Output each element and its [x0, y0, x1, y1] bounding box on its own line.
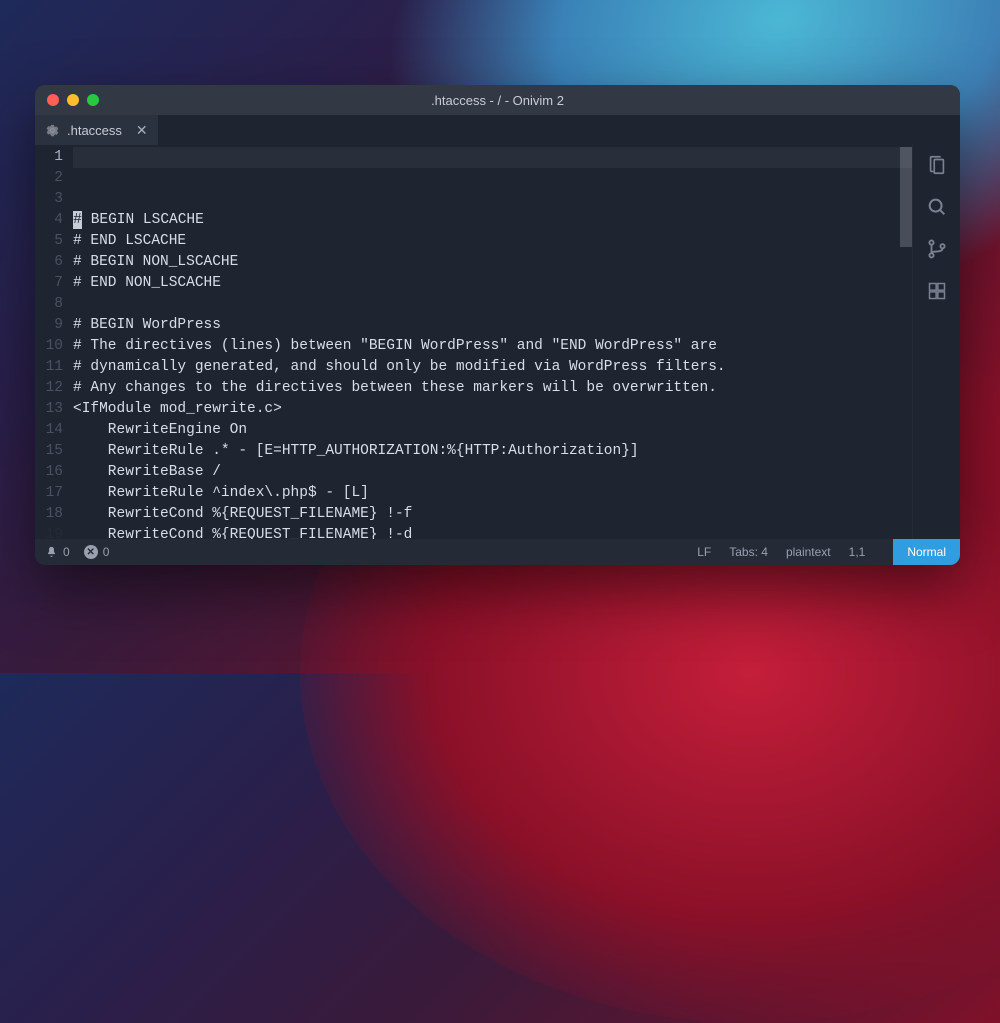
error-icon: ✕	[84, 545, 98, 559]
code-line[interactable]: RewriteCond %{REQUEST_FILENAME} !-d	[73, 525, 912, 539]
filetype-status[interactable]: plaintext	[786, 545, 831, 559]
extensions-icon[interactable]	[925, 279, 949, 303]
code-line[interactable]: # BEGIN LSCACHE	[73, 210, 912, 231]
notifications-status[interactable]: 0	[45, 545, 70, 559]
code-line[interactable]: RewriteBase /	[73, 462, 912, 483]
code-line[interactable]: # END LSCACHE	[73, 231, 912, 252]
status-bar: 0 ✕ 0 LF Tabs: 4 plaintext 1,1 Normal	[35, 539, 960, 565]
bell-icon	[45, 546, 58, 559]
window-title: .htaccess - / - Onivim 2	[35, 93, 960, 108]
errors-status[interactable]: ✕ 0	[84, 545, 110, 559]
minimize-window-button[interactable]	[67, 94, 79, 106]
code-line[interactable]: RewriteRule .* - [E=HTTP_AUTHORIZATION:%…	[73, 441, 912, 462]
line-number-gutter: 12345678910111213141516171819	[35, 145, 73, 539]
indent-status[interactable]: Tabs: 4	[729, 545, 768, 559]
gear-icon	[45, 123, 59, 137]
app-window: .htaccess - / - Onivim 2 .htaccess ✕ 123…	[35, 85, 960, 565]
code-line[interactable]: # BEGIN NON_LSCACHE	[73, 252, 912, 273]
maximize-window-button[interactable]	[87, 94, 99, 106]
code-line[interactable]: # BEGIN WordPress	[73, 315, 912, 336]
code-line[interactable]	[73, 294, 912, 315]
code-line[interactable]: # Any changes to the directives between …	[73, 378, 912, 399]
code-line[interactable]: RewriteCond %{REQUEST_FILENAME} !-f	[73, 504, 912, 525]
editor[interactable]: 12345678910111213141516171819 # BEGIN LS…	[35, 145, 912, 539]
tab-bar: .htaccess ✕	[35, 115, 960, 145]
vim-mode-status[interactable]: Normal	[893, 539, 960, 565]
code-line[interactable]: RewriteRule ^index\.php$ - [L]	[73, 483, 912, 504]
scrollbar-thumb[interactable]	[900, 147, 912, 247]
code-line[interactable]: # The directives (lines) between "BEGIN …	[73, 336, 912, 357]
tab-htaccess[interactable]: .htaccess ✕	[35, 115, 158, 145]
titlebar: .htaccess - / - Onivim 2	[35, 85, 960, 115]
traffic-lights	[35, 94, 99, 106]
activity-bar	[912, 145, 960, 539]
cursor-position-status[interactable]: 1,1	[849, 545, 876, 559]
code-line[interactable]: RewriteEngine On	[73, 420, 912, 441]
files-icon[interactable]	[925, 153, 949, 177]
current-line-highlight	[73, 147, 912, 168]
search-icon[interactable]	[925, 195, 949, 219]
close-tab-icon[interactable]: ✕	[136, 122, 148, 139]
code-area[interactable]: # BEGIN LSCACHE# END LSCACHE# BEGIN NON_…	[73, 145, 912, 539]
code-line[interactable]: # END NON_LSCACHE	[73, 273, 912, 294]
close-window-button[interactable]	[47, 94, 59, 106]
source-control-icon[interactable]	[925, 237, 949, 261]
code-line[interactable]: # dynamically generated, and should only…	[73, 357, 912, 378]
cursor: #	[73, 211, 82, 229]
code-line[interactable]: <IfModule mod_rewrite.c>	[73, 399, 912, 420]
tab-label: .htaccess	[67, 123, 122, 138]
line-ending-status[interactable]: LF	[697, 545, 711, 559]
